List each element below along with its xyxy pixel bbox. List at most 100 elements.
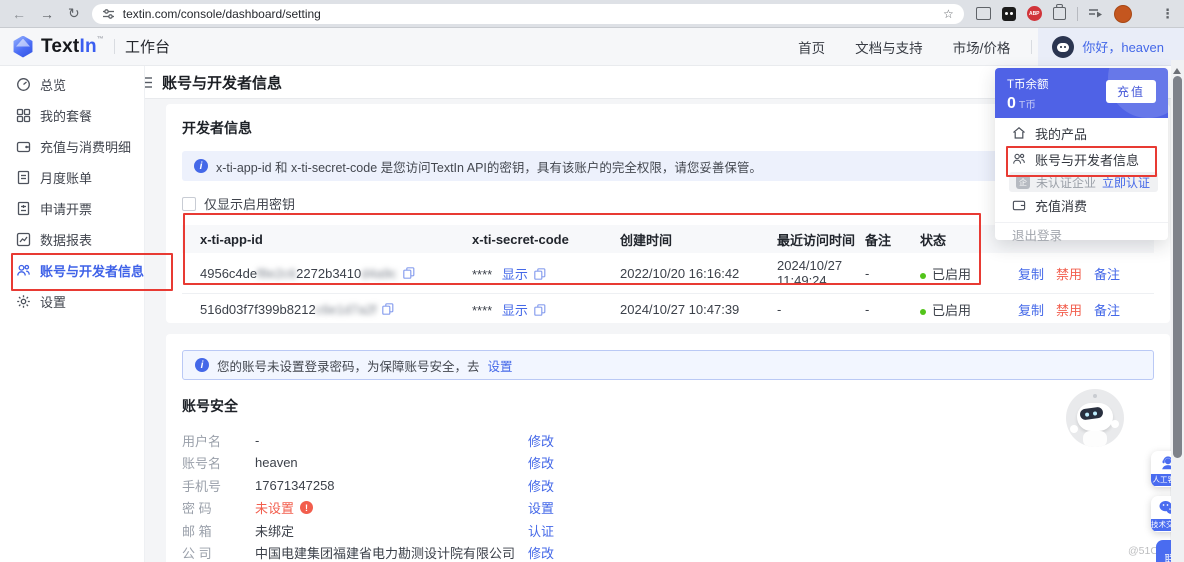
field-value: 中国电建集团福建省电力勘测设计院有限公司: [255, 543, 528, 562]
secret-code-cell: **** 显示: [472, 300, 620, 319]
side-panel-icon[interactable]: [976, 7, 991, 20]
app-id-cell: 4956c4def8e2c62272b3410d4a9c: [182, 266, 472, 281]
menu-item-recharge-consume[interactable]: 充值消费: [995, 192, 1168, 218]
sidebar-item-data-report[interactable]: 数据报表: [0, 224, 144, 255]
modify-link[interactable]: 修改: [528, 543, 1154, 562]
copy-icon[interactable]: [403, 267, 415, 279]
scrollbar-thumb[interactable]: [1173, 76, 1182, 458]
account-security-card: i 您的账号未设置登录密码，为保障账号安全，去 设置 账号安全 用户名 - 修改…: [166, 334, 1170, 562]
alert-icon: !: [300, 501, 313, 514]
password-warning-text: 您的账号未设置登录密码，为保障账号安全，去: [217, 356, 480, 375]
last-access-cell: 2024/10/27 11:49:24: [777, 258, 865, 288]
disable-action-link[interactable]: 禁用: [1056, 264, 1082, 283]
user-greeting[interactable]: 你好，heaven: [1082, 37, 1164, 56]
address-bar[interactable]: textin.com/console/dashboard/setting ☆: [92, 4, 964, 24]
set-password-link[interactable]: 设置: [528, 498, 1154, 517]
workspace-label[interactable]: 工作台: [125, 36, 170, 57]
copy-action-link[interactable]: 复制: [1018, 264, 1044, 283]
sidebar-item-my-plans[interactable]: 我的套餐: [0, 100, 144, 131]
textin-logo-icon[interactable]: [12, 36, 34, 58]
media-controls-icon[interactable]: [1089, 8, 1103, 20]
sidebar-item-invoice[interactable]: 申请开票: [0, 193, 144, 224]
sidebar-item-overview[interactable]: 总览: [0, 69, 144, 100]
brand-text-blue: In: [79, 36, 96, 57]
brand-logo[interactable]: TextIn™: [41, 36, 104, 58]
actions-cell: 复制 禁用 备注: [990, 300, 1154, 319]
disable-action-link[interactable]: 禁用: [1056, 300, 1082, 319]
note-action-link[interactable]: 备注: [1094, 264, 1120, 283]
col-header-secret-code: x-ti-secret-code: [472, 232, 620, 247]
secret-code-cell: **** 显示: [472, 264, 620, 283]
copy-icon[interactable]: [534, 304, 546, 316]
toolbar-divider: [1077, 7, 1078, 21]
reload-icon[interactable]: ↻: [68, 5, 80, 22]
menu-item-account-developer-info[interactable]: 账号与开发者信息: [995, 146, 1168, 172]
secret-mask: ****: [472, 303, 492, 318]
site-info-icon[interactable]: [102, 8, 115, 20]
show-secret-link[interactable]: 显示: [502, 267, 528, 282]
field-value-warning: 未设置: [255, 498, 294, 517]
modify-link[interactable]: 修改: [528, 431, 1154, 450]
col-header-app-id: x-ti-app-id: [182, 232, 472, 247]
sidebar-item-monthly-bill[interactable]: 月度账单: [0, 162, 144, 193]
sidebar-item-label: 总览: [40, 75, 66, 94]
verify-link[interactable]: 认证: [528, 521, 1154, 540]
sidebar-item-label: 设置: [40, 292, 66, 311]
user-dropdown-panel: T币余额 0T币 充值 我的产品 账号与开发者信息 企 未认证企业 立即认证 充…: [995, 68, 1168, 240]
overview-icon: [16, 77, 31, 92]
bookmark-star-icon[interactable]: ☆: [943, 7, 954, 21]
home-icon: [1012, 126, 1026, 140]
nav-docs-support[interactable]: 文档与支持: [855, 37, 923, 57]
logout-button[interactable]: 退出登录: [995, 223, 1168, 245]
browser-chrome: ← → ↻ textin.com/console/dashboard/setti…: [0, 0, 1184, 28]
security-row-company: 公 司 中国电建集团福建省电力勘测设计院有限公司 修改: [182, 542, 1154, 562]
screen: ← → ↻ textin.com/console/dashboard/setti…: [0, 0, 1184, 562]
field-label: 账号名: [182, 453, 255, 472]
menu-item-my-products[interactable]: 我的产品: [995, 120, 1168, 146]
copy-icon[interactable]: [534, 268, 546, 280]
modify-link[interactable]: 修改: [528, 453, 1154, 472]
sidebar-item-label: 我的套餐: [40, 106, 92, 125]
note-action-link[interactable]: 备注: [1094, 300, 1120, 319]
trademark-mark: ™: [97, 36, 104, 43]
sidebar-item-account-developer-info[interactable]: 账号与开发者信息: [0, 255, 144, 286]
sidebar-item-recharge-details[interactable]: 充值与消费明细: [0, 131, 144, 162]
forward-icon[interactable]: →: [40, 6, 54, 22]
field-value: -: [255, 433, 528, 448]
copy-action-link[interactable]: 复制: [1018, 300, 1044, 319]
status-dot: [920, 273, 926, 279]
url-text[interactable]: textin.com/console/dashboard/setting: [123, 7, 943, 21]
browser-menu-icon[interactable]: ⋮: [1161, 6, 1174, 22]
menu-item-label: 我的产品: [1035, 124, 1087, 143]
enterprise-cert-row: 企 未认证企业 立即认证: [1009, 172, 1158, 192]
field-value: 17671347258: [255, 478, 528, 493]
show-secret-link[interactable]: 显示: [502, 303, 528, 318]
verify-now-link[interactable]: 立即认证: [1102, 174, 1150, 191]
wallet-icon: [16, 139, 31, 154]
show-enabled-keys-checkbox[interactable]: [182, 197, 196, 211]
status-cell: 已启用: [920, 264, 990, 283]
status-text: 已启用: [932, 303, 971, 318]
nav-home[interactable]: 首页: [798, 37, 825, 57]
back-icon[interactable]: ←: [12, 6, 26, 22]
nav-market-price[interactable]: 市场/价格: [953, 37, 1011, 57]
warning-settings-link[interactable]: 设置: [488, 356, 513, 375]
user-menu[interactable]: 你好，heaven: [1038, 28, 1184, 66]
user-avatar[interactable]: [1052, 36, 1074, 58]
menu-item-label: 充值消费: [1035, 196, 1087, 215]
header-nav: 首页 文档与支持 市场/价格 你好，heaven: [783, 28, 1184, 66]
robot-mascot[interactable]: [1066, 389, 1124, 447]
browser-profile-avatar[interactable]: [1114, 5, 1132, 23]
invoice-icon: [16, 201, 31, 216]
sidebar-item-settings[interactable]: 设置: [0, 286, 144, 317]
extension-dark-icon[interactable]: [1002, 7, 1016, 21]
extension-jar-icon[interactable]: [1053, 7, 1066, 20]
remark-cell: -: [865, 302, 920, 317]
status-text: 已启用: [932, 267, 971, 282]
adblock-icon[interactable]: ABP: [1027, 6, 1042, 21]
field-label: 密 码: [182, 498, 255, 517]
scrollbar-up-arrow[interactable]: [1173, 64, 1181, 74]
recharge-button[interactable]: 充值: [1106, 80, 1156, 103]
modify-link[interactable]: 修改: [528, 476, 1154, 495]
copy-icon[interactable]: [382, 303, 394, 315]
